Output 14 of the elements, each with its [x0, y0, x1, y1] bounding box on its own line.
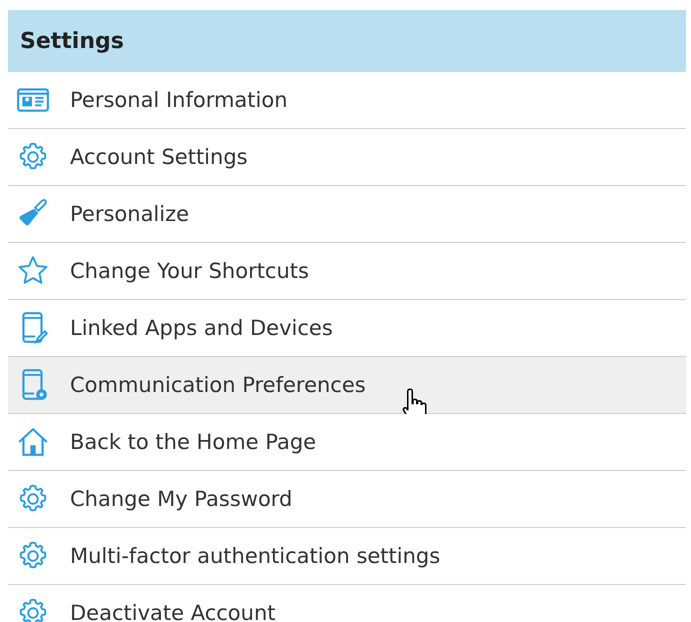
- menu-label: Change My Password: [70, 487, 292, 511]
- home-icon: [16, 425, 50, 459]
- menu-label: Linked Apps and Devices: [70, 316, 333, 340]
- menu-label: Back to the Home Page: [70, 430, 316, 454]
- menu-item[interactable]: Back to the Home Page: [8, 414, 686, 471]
- menu-label: Personalize: [70, 202, 190, 226]
- panel-title: Settings: [8, 10, 686, 72]
- menu-label: Multi-factor authentication settings: [70, 544, 440, 568]
- menu-label: Personal Information: [70, 88, 288, 112]
- menu-item[interactable]: Communication Preferences: [8, 357, 686, 414]
- menu-label: Deactivate Account: [70, 601, 276, 622]
- menu-label: Communication Preferences: [70, 373, 366, 397]
- menu-label: Account Settings: [70, 145, 248, 169]
- menu-label: Change Your Shortcuts: [70, 259, 309, 283]
